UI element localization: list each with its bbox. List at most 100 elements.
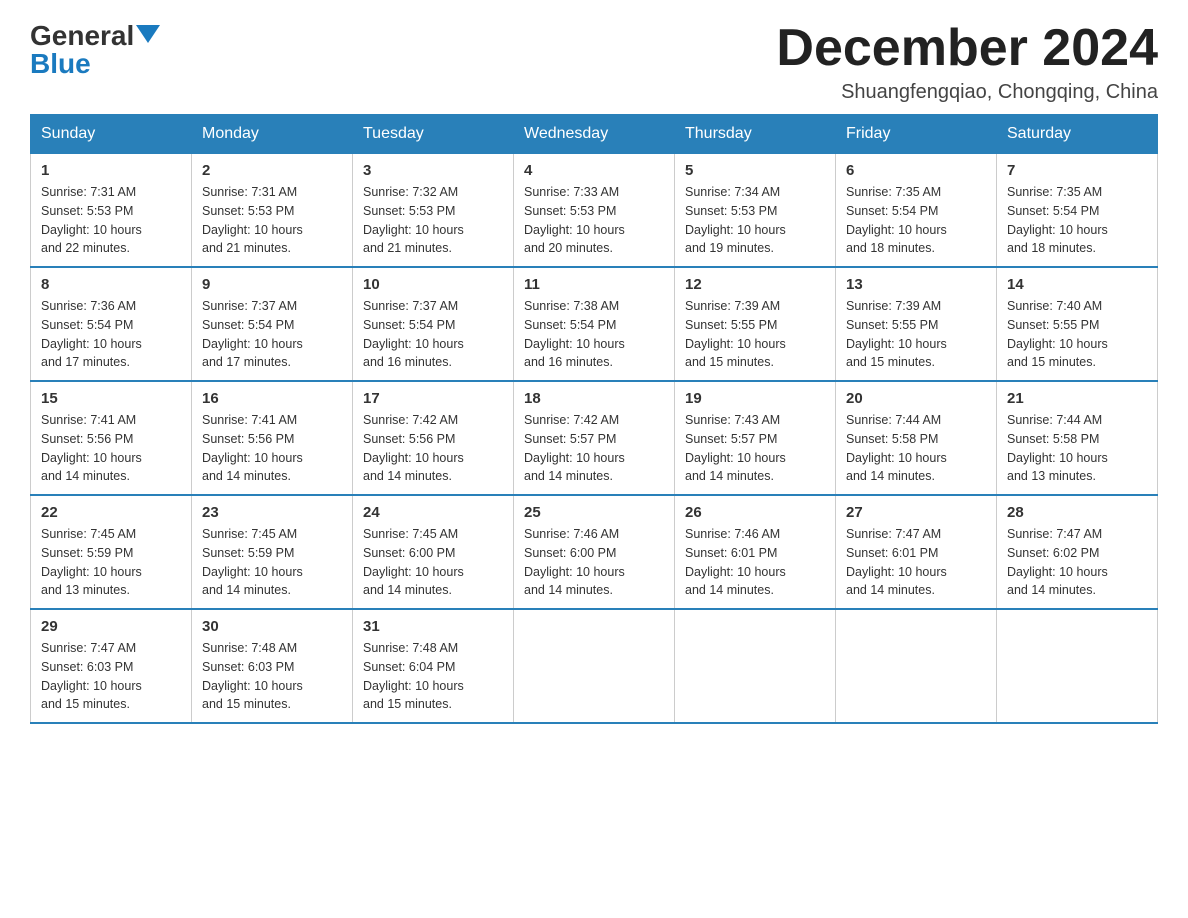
header-tuesday: Tuesday <box>353 115 514 154</box>
title-block: December 2024 Shuangfengqiao, Chongqing,… <box>776 20 1158 104</box>
day-number: 24 <box>363 504 503 521</box>
day-number: 15 <box>41 390 181 407</box>
calendar-cell: 23 Sunrise: 7:45 AM Sunset: 5:59 PM Dayl… <box>192 495 353 609</box>
calendar-cell: 22 Sunrise: 7:45 AM Sunset: 5:59 PM Dayl… <box>31 495 192 609</box>
day-info: Sunrise: 7:47 AM Sunset: 6:03 PM Dayligh… <box>41 639 181 714</box>
week-row-5: 29 Sunrise: 7:47 AM Sunset: 6:03 PM Dayl… <box>31 609 1158 723</box>
calendar-cell: 12 Sunrise: 7:39 AM Sunset: 5:55 PM Dayl… <box>675 267 836 381</box>
day-info: Sunrise: 7:37 AM Sunset: 5:54 PM Dayligh… <box>363 297 503 372</box>
calendar-cell: 26 Sunrise: 7:46 AM Sunset: 6:01 PM Dayl… <box>675 495 836 609</box>
location-subtitle: Shuangfengqiao, Chongqing, China <box>776 81 1158 104</box>
day-number: 28 <box>1007 504 1147 521</box>
header-saturday: Saturday <box>997 115 1158 154</box>
day-info: Sunrise: 7:47 AM Sunset: 6:02 PM Dayligh… <box>1007 525 1147 600</box>
day-info: Sunrise: 7:44 AM Sunset: 5:58 PM Dayligh… <box>846 411 986 486</box>
week-row-3: 15 Sunrise: 7:41 AM Sunset: 5:56 PM Dayl… <box>31 381 1158 495</box>
calendar-cell: 31 Sunrise: 7:48 AM Sunset: 6:04 PM Dayl… <box>353 609 514 723</box>
day-number: 6 <box>846 162 986 179</box>
month-title: December 2024 <box>776 20 1158 77</box>
calendar-cell: 3 Sunrise: 7:32 AM Sunset: 5:53 PM Dayli… <box>353 154 514 268</box>
day-info: Sunrise: 7:42 AM Sunset: 5:57 PM Dayligh… <box>524 411 664 486</box>
header-monday: Monday <box>192 115 353 154</box>
day-info: Sunrise: 7:41 AM Sunset: 5:56 PM Dayligh… <box>202 411 342 486</box>
day-info: Sunrise: 7:45 AM Sunset: 5:59 PM Dayligh… <box>41 525 181 600</box>
day-number: 4 <box>524 162 664 179</box>
day-number: 30 <box>202 618 342 635</box>
calendar-cell: 18 Sunrise: 7:42 AM Sunset: 5:57 PM Dayl… <box>514 381 675 495</box>
day-number: 20 <box>846 390 986 407</box>
calendar-cell: 6 Sunrise: 7:35 AM Sunset: 5:54 PM Dayli… <box>836 154 997 268</box>
day-number: 17 <box>363 390 503 407</box>
day-number: 5 <box>685 162 825 179</box>
calendar-cell: 4 Sunrise: 7:33 AM Sunset: 5:53 PM Dayli… <box>514 154 675 268</box>
day-number: 27 <box>846 504 986 521</box>
day-number: 14 <box>1007 276 1147 293</box>
week-row-2: 8 Sunrise: 7:36 AM Sunset: 5:54 PM Dayli… <box>31 267 1158 381</box>
day-info: Sunrise: 7:42 AM Sunset: 5:56 PM Dayligh… <box>363 411 503 486</box>
day-info: Sunrise: 7:39 AM Sunset: 5:55 PM Dayligh… <box>685 297 825 372</box>
day-number: 1 <box>41 162 181 179</box>
calendar-cell: 25 Sunrise: 7:46 AM Sunset: 6:00 PM Dayl… <box>514 495 675 609</box>
calendar-cell: 11 Sunrise: 7:38 AM Sunset: 5:54 PM Dayl… <box>514 267 675 381</box>
day-number: 13 <box>846 276 986 293</box>
day-number: 25 <box>524 504 664 521</box>
calendar-cell: 21 Sunrise: 7:44 AM Sunset: 5:58 PM Dayl… <box>997 381 1158 495</box>
calendar-cell: 17 Sunrise: 7:42 AM Sunset: 5:56 PM Dayl… <box>353 381 514 495</box>
calendar-cell: 5 Sunrise: 7:34 AM Sunset: 5:53 PM Dayli… <box>675 154 836 268</box>
day-number: 11 <box>524 276 664 293</box>
day-info: Sunrise: 7:40 AM Sunset: 5:55 PM Dayligh… <box>1007 297 1147 372</box>
calendar-cell: 27 Sunrise: 7:47 AM Sunset: 6:01 PM Dayl… <box>836 495 997 609</box>
week-row-4: 22 Sunrise: 7:45 AM Sunset: 5:59 PM Dayl… <box>31 495 1158 609</box>
day-info: Sunrise: 7:46 AM Sunset: 6:00 PM Dayligh… <box>524 525 664 600</box>
day-number: 19 <box>685 390 825 407</box>
day-number: 29 <box>41 618 181 635</box>
calendar-cell <box>675 609 836 723</box>
header-sunday: Sunday <box>31 115 192 154</box>
day-info: Sunrise: 7:38 AM Sunset: 5:54 PM Dayligh… <box>524 297 664 372</box>
day-info: Sunrise: 7:45 AM Sunset: 5:59 PM Dayligh… <box>202 525 342 600</box>
day-number: 10 <box>363 276 503 293</box>
day-info: Sunrise: 7:46 AM Sunset: 6:01 PM Dayligh… <box>685 525 825 600</box>
day-number: 3 <box>363 162 503 179</box>
day-number: 7 <box>1007 162 1147 179</box>
calendar-cell: 24 Sunrise: 7:45 AM Sunset: 6:00 PM Dayl… <box>353 495 514 609</box>
day-number: 23 <box>202 504 342 521</box>
week-row-1: 1 Sunrise: 7:31 AM Sunset: 5:53 PM Dayli… <box>31 154 1158 268</box>
calendar-cell: 8 Sunrise: 7:36 AM Sunset: 5:54 PM Dayli… <box>31 267 192 381</box>
day-number: 8 <box>41 276 181 293</box>
calendar-cell: 30 Sunrise: 7:48 AM Sunset: 6:03 PM Dayl… <box>192 609 353 723</box>
calendar-cell: 2 Sunrise: 7:31 AM Sunset: 5:53 PM Dayli… <box>192 154 353 268</box>
calendar-cell: 29 Sunrise: 7:47 AM Sunset: 6:03 PM Dayl… <box>31 609 192 723</box>
day-info: Sunrise: 7:31 AM Sunset: 5:53 PM Dayligh… <box>41 183 181 258</box>
day-info: Sunrise: 7:48 AM Sunset: 6:03 PM Dayligh… <box>202 639 342 714</box>
calendar-cell: 13 Sunrise: 7:39 AM Sunset: 5:55 PM Dayl… <box>836 267 997 381</box>
day-info: Sunrise: 7:43 AM Sunset: 5:57 PM Dayligh… <box>685 411 825 486</box>
logo-triangle-icon <box>136 25 160 43</box>
day-number: 18 <box>524 390 664 407</box>
day-info: Sunrise: 7:45 AM Sunset: 6:00 PM Dayligh… <box>363 525 503 600</box>
day-info: Sunrise: 7:37 AM Sunset: 5:54 PM Dayligh… <box>202 297 342 372</box>
header-wednesday: Wednesday <box>514 115 675 154</box>
day-number: 2 <box>202 162 342 179</box>
day-info: Sunrise: 7:34 AM Sunset: 5:53 PM Dayligh… <box>685 183 825 258</box>
day-info: Sunrise: 7:44 AM Sunset: 5:58 PM Dayligh… <box>1007 411 1147 486</box>
calendar-table: SundayMondayTuesdayWednesdayThursdayFrid… <box>30 114 1158 724</box>
calendar-cell: 1 Sunrise: 7:31 AM Sunset: 5:53 PM Dayli… <box>31 154 192 268</box>
day-number: 21 <box>1007 390 1147 407</box>
day-number: 26 <box>685 504 825 521</box>
day-number: 31 <box>363 618 503 635</box>
calendar-cell: 16 Sunrise: 7:41 AM Sunset: 5:56 PM Dayl… <box>192 381 353 495</box>
day-info: Sunrise: 7:32 AM Sunset: 5:53 PM Dayligh… <box>363 183 503 258</box>
logo: General Blue <box>30 20 160 80</box>
day-info: Sunrise: 7:41 AM Sunset: 5:56 PM Dayligh… <box>41 411 181 486</box>
day-number: 12 <box>685 276 825 293</box>
calendar-cell: 7 Sunrise: 7:35 AM Sunset: 5:54 PM Dayli… <box>997 154 1158 268</box>
day-info: Sunrise: 7:31 AM Sunset: 5:53 PM Dayligh… <box>202 183 342 258</box>
day-number: 9 <box>202 276 342 293</box>
day-info: Sunrise: 7:36 AM Sunset: 5:54 PM Dayligh… <box>41 297 181 372</box>
calendar-cell <box>997 609 1158 723</box>
calendar-header-row: SundayMondayTuesdayWednesdayThursdayFrid… <box>31 115 1158 154</box>
day-number: 16 <box>202 390 342 407</box>
day-info: Sunrise: 7:35 AM Sunset: 5:54 PM Dayligh… <box>1007 183 1147 258</box>
calendar-cell: 19 Sunrise: 7:43 AM Sunset: 5:57 PM Dayl… <box>675 381 836 495</box>
